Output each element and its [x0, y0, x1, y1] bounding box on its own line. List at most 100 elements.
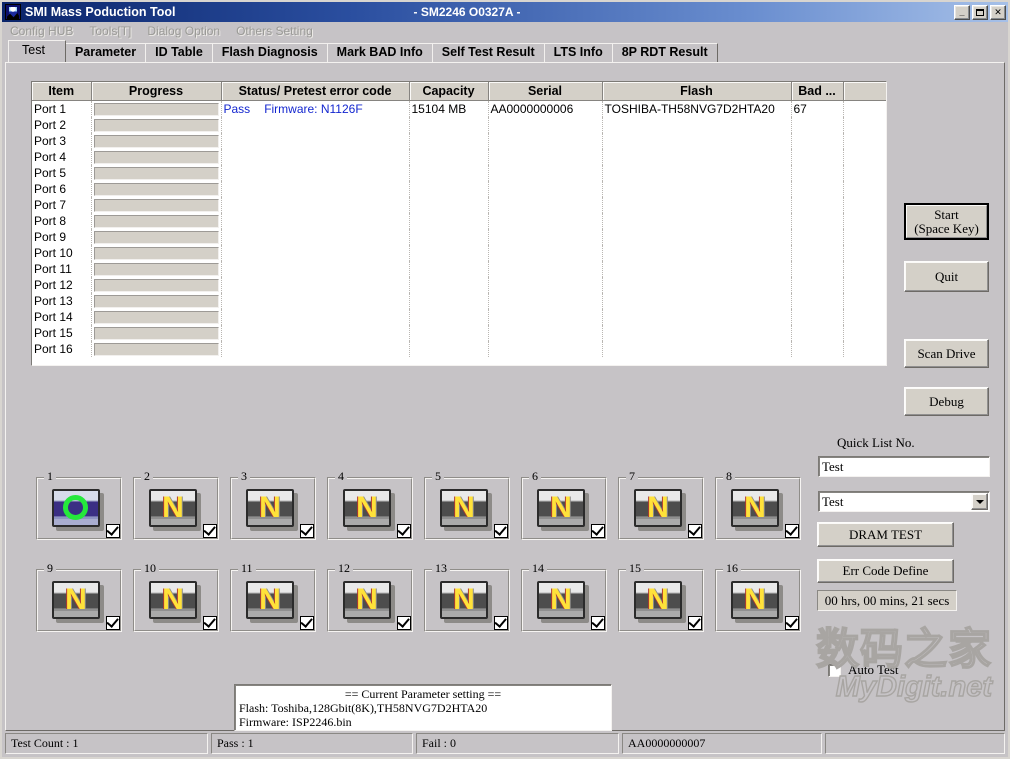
- quit-button[interactable]: Quit: [904, 261, 989, 292]
- cell-status: [221, 229, 410, 245]
- tab-parameter[interactable]: Parameter: [64, 43, 147, 62]
- close-icon[interactable]: ✕: [990, 4, 1006, 20]
- tab-mark-bad-info[interactable]: Mark BAD Info: [326, 43, 433, 62]
- device-tile[interactable]: 3N: [230, 470, 316, 540]
- col-status[interactable]: Status/ Pretest error code: [221, 82, 410, 101]
- tab-test[interactable]: Test: [8, 40, 66, 62]
- table-row[interactable]: Port 14: [32, 309, 886, 325]
- menu-item-tools[interactable]: Tools[T]: [89, 24, 131, 38]
- device-tile[interactable]: 10 N: [133, 562, 219, 632]
- table-row[interactable]: Port 1 Pass Firmware: N1126F 15104 MB AA0000…: [32, 100, 886, 117]
- col-blank[interactable]: [843, 82, 886, 101]
- device-tile[interactable]: 2N: [133, 470, 219, 540]
- device-tile[interactable]: 14 N: [521, 562, 607, 632]
- check-icon[interactable]: [300, 524, 314, 538]
- device-tile-number: 9: [44, 562, 56, 575]
- minimize-icon[interactable]: _: [954, 4, 970, 20]
- table-row[interactable]: Port 6: [32, 181, 886, 197]
- cell-serial: [488, 197, 603, 213]
- table-row[interactable]: Port 13: [32, 293, 886, 309]
- check-icon[interactable]: [203, 524, 217, 538]
- quick-list-select[interactable]: Test: [818, 491, 990, 512]
- check-icon[interactable]: [106, 616, 120, 630]
- device-tile[interactable]: 12 N: [327, 562, 413, 632]
- table-row[interactable]: Port 7: [32, 197, 886, 213]
- table-row[interactable]: Port 5: [32, 165, 886, 181]
- cell-progress: [91, 117, 222, 133]
- tab-id-table[interactable]: ID Table: [145, 43, 213, 62]
- chevron-down-icon[interactable]: [971, 493, 988, 510]
- cell-serial: [488, 261, 603, 277]
- menu-item-dialog-option[interactable]: Dialog Option: [147, 24, 220, 38]
- table-row[interactable]: Port 10: [32, 245, 886, 261]
- tab-self-test-result[interactable]: Self Test Result: [431, 43, 545, 62]
- table-row[interactable]: Port 16: [32, 341, 886, 357]
- device-tile[interactable]: 5N: [424, 470, 510, 540]
- cell-status: [221, 261, 410, 277]
- check-icon[interactable]: [785, 524, 799, 538]
- check-icon[interactable]: [494, 616, 508, 630]
- cell-item: Port 9: [32, 229, 92, 245]
- check-icon[interactable]: [591, 616, 605, 630]
- quick-list-label: Quick List No.: [837, 435, 915, 450]
- cell-status: [221, 213, 410, 229]
- check-icon[interactable]: [494, 524, 508, 538]
- auto-test-row[interactable]: Auto Test: [828, 662, 899, 678]
- col-serial[interactable]: Serial: [488, 82, 603, 101]
- device-tile[interactable]: 7N: [618, 470, 704, 540]
- table-row[interactable]: Port 11: [32, 261, 886, 277]
- device-tile[interactable]: 16 N: [715, 562, 801, 632]
- err-code-define-button[interactable]: Err Code Define: [817, 559, 954, 583]
- col-progress[interactable]: Progress: [91, 82, 222, 101]
- tab-lts-info[interactable]: LTS Info: [543, 43, 613, 62]
- device-tile[interactable]: 11 N: [230, 562, 316, 632]
- check-icon[interactable]: [106, 524, 120, 538]
- table-row[interactable]: Port 3: [32, 133, 886, 149]
- status-badge: Pass: [223, 102, 251, 116]
- check-icon[interactable]: [785, 616, 799, 630]
- cell-serial: [488, 341, 603, 357]
- cell-item: Port 8: [32, 213, 92, 229]
- tab-flash-diagnosis[interactable]: Flash Diagnosis: [211, 43, 328, 62]
- check-icon[interactable]: [688, 524, 702, 538]
- device-tile[interactable]: 9N: [36, 562, 122, 632]
- table-row[interactable]: Port 15: [32, 325, 886, 341]
- port-results-grid[interactable]: Item Progress Status/ Pretest error code…: [31, 81, 887, 366]
- progress-bar: [93, 134, 219, 148]
- tab-8p-rdt-result[interactable]: 8P RDT Result: [611, 43, 718, 62]
- table-row[interactable]: Port 8: [32, 213, 886, 229]
- col-bad[interactable]: Bad ...: [791, 82, 844, 101]
- device-tile[interactable]: 6N: [521, 470, 607, 540]
- quick-list-input[interactable]: Test: [818, 456, 990, 477]
- device-tile[interactable]: 13 N: [424, 562, 510, 632]
- device-tile[interactable]: 4N: [327, 470, 413, 540]
- menu-item-config-hub[interactable]: Config HUB: [10, 24, 73, 38]
- auto-test-checkbox[interactable]: [828, 663, 841, 677]
- col-flash[interactable]: Flash: [602, 82, 792, 101]
- dram-test-button[interactable]: DRAM TEST: [817, 522, 954, 547]
- menu-item-others-setting[interactable]: Others Setting: [236, 24, 313, 38]
- col-item[interactable]: Item: [32, 82, 92, 101]
- device-tile[interactable]: 8N: [715, 470, 801, 540]
- scan-drive-button[interactable]: Scan Drive: [904, 339, 989, 368]
- col-capacity[interactable]: Capacity: [409, 82, 489, 101]
- maximize-icon[interactable]: [972, 4, 988, 20]
- start-button[interactable]: Start (Space Key): [904, 203, 989, 240]
- check-icon[interactable]: [397, 524, 411, 538]
- check-icon[interactable]: [688, 616, 702, 630]
- cell-flash: [602, 277, 792, 293]
- cell-status: [221, 197, 410, 213]
- check-icon[interactable]: [203, 616, 217, 630]
- table-row[interactable]: Port 2: [32, 117, 886, 133]
- cell-status: [221, 293, 410, 309]
- status-n-icon: N: [356, 491, 378, 524]
- table-row[interactable]: Port 9: [32, 229, 886, 245]
- check-icon[interactable]: [300, 616, 314, 630]
- table-row[interactable]: Port 12: [32, 277, 886, 293]
- device-tile[interactable]: 1O: [36, 470, 122, 540]
- debug-button[interactable]: Debug: [904, 387, 989, 416]
- check-icon[interactable]: [397, 616, 411, 630]
- table-row[interactable]: Port 4: [32, 149, 886, 165]
- check-icon[interactable]: [591, 524, 605, 538]
- device-tile[interactable]: 15 N: [618, 562, 704, 632]
